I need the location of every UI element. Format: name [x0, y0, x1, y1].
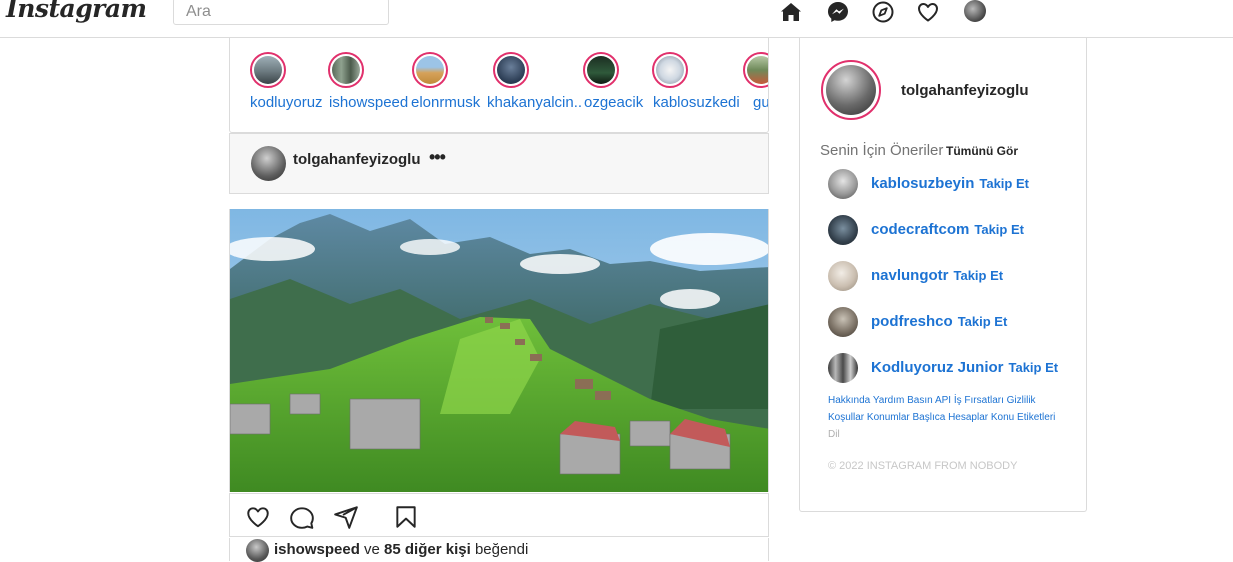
heart-icon[interactable]	[916, 0, 940, 24]
current-user-username[interactable]: tolgahanfeyizoglu	[901, 82, 1029, 99]
post-actions-bar	[229, 493, 769, 537]
search-input[interactable]	[173, 0, 389, 25]
footer-links: Hakkında Yardım Basın API İş Fırsatları …	[828, 392, 1068, 443]
footer-link[interactable]: Konu Etiketleri	[991, 412, 1055, 423]
story-username[interactable]: khakanyalcin..	[487, 94, 582, 111]
story-avatar[interactable]	[743, 52, 768, 88]
post-author-avatar[interactable]	[251, 146, 286, 181]
suggestion-avatar[interactable]	[828, 215, 858, 245]
footer-link[interactable]: Koşullar	[828, 412, 864, 423]
explore-icon[interactable]	[871, 0, 895, 24]
likes-text: ishowspeed ve 85 diğer kişi beğendi	[274, 541, 528, 558]
suggestion-username: podfreshco Takip Et	[871, 313, 1007, 330]
like-heart-icon[interactable]	[245, 504, 271, 530]
suggestion-username: kablosuzbeyin Takip Et	[871, 175, 1029, 192]
suggestions-title: Senin İçin Öneriler	[820, 142, 944, 159]
likes-summary: ishowspeed ve 85 diğer kişi beğendi	[229, 538, 769, 562]
suggestion-username: Kodluyoruz Junior Takip Et	[871, 359, 1058, 376]
follow-button[interactable]: Takip Et	[979, 176, 1029, 191]
suggestion-username-text[interactable]: codecraftcom	[871, 221, 969, 238]
liker-username[interactable]: ishowspeed	[274, 541, 360, 558]
suggestion-username-text[interactable]: kablosuzbeyin	[871, 175, 974, 192]
story-avatar[interactable]	[493, 52, 529, 88]
footer-link[interactable]: Basın	[907, 395, 933, 406]
right-sidebar: tolgahanfeyizoglu Senin İçin Öneriler Tü…	[799, 38, 1087, 512]
suggestion-avatar[interactable]	[828, 169, 858, 199]
likes-others[interactable]: 85 diğer kişi	[384, 541, 471, 558]
messenger-icon[interactable]	[826, 0, 850, 24]
copyright: © 2022 INSTAGRAM FROM NOBODY	[828, 460, 1018, 472]
footer-link[interactable]: Yardım	[873, 395, 905, 406]
suggestion-username-text[interactable]: navlungotr	[871, 267, 949, 284]
story-avatar[interactable]	[412, 52, 448, 88]
likes-suffix: beğendi	[474, 541, 529, 558]
top-navigation-bar: Instagram	[0, 0, 1233, 38]
footer-link[interactable]: Konumlar	[867, 412, 910, 423]
follow-button[interactable]: Takip Et	[954, 268, 1004, 283]
story-avatar[interactable]	[652, 52, 688, 88]
comment-icon[interactable]	[289, 504, 315, 530]
post-header: tolgahanfeyizoglu •••	[229, 133, 769, 194]
liker-avatar[interactable]	[246, 539, 269, 562]
likes-connector: ve	[364, 541, 380, 558]
post-image[interactable]	[229, 209, 769, 492]
footer-link[interactable]: İş Fırsatları	[954, 395, 1004, 406]
footer-language[interactable]: Dil	[828, 429, 840, 440]
suggestion-avatar[interactable]	[828, 261, 858, 291]
follow-button[interactable]: Takip Et	[1009, 360, 1059, 375]
share-icon[interactable]	[333, 504, 359, 530]
suggestion-avatar[interactable]	[828, 307, 858, 337]
story-avatar[interactable]	[328, 52, 364, 88]
footer-link[interactable]: API	[935, 395, 951, 406]
footer-link[interactable]: Gizlilik	[1007, 395, 1036, 406]
suggestion-username: navlungotr Takip Et	[871, 267, 1003, 284]
suggestion-avatar[interactable]	[828, 353, 858, 383]
story-username[interactable]: kablosuzkedi	[653, 94, 740, 111]
footer-link[interactable]: Başlıca Hesaplar	[913, 412, 989, 423]
current-user-avatar[interactable]	[821, 60, 881, 120]
landscape-image	[230, 209, 768, 492]
follow-button[interactable]: Takip Et	[974, 222, 1024, 237]
suggestion-username-text[interactable]: podfreshco	[871, 313, 953, 330]
instagram-logo[interactable]: Instagram	[6, 0, 147, 23]
story-avatar[interactable]	[583, 52, 619, 88]
suggestion-username: codecraftcom Takip Et	[871, 221, 1024, 238]
story-username[interactable]: ozgeacik	[584, 94, 643, 111]
story-username[interactable]: ishowspeed	[329, 94, 408, 111]
home-icon[interactable]	[779, 0, 803, 24]
story-username[interactable]: kodluyoruz	[250, 94, 323, 111]
see-all-link[interactable]: Tümünü Gör	[946, 144, 1018, 158]
story-username[interactable]: elonrmusk	[411, 94, 480, 111]
bookmark-icon[interactable]	[393, 504, 419, 530]
profile-avatar[interactable]	[964, 0, 986, 22]
story-avatar[interactable]	[250, 52, 286, 88]
story-username[interactable]: gulcany	[753, 94, 768, 111]
suggestion-username-text[interactable]: Kodluyoruz Junior	[871, 359, 1004, 376]
follow-button[interactable]: Takip Et	[958, 314, 1008, 329]
footer-link[interactable]: Hakkında	[828, 395, 870, 406]
post-author-username[interactable]: tolgahanfeyizoglu	[293, 151, 421, 168]
more-options-button[interactable]: •••	[429, 147, 446, 168]
stories-tray: kodluyoruz ishowspeed elonrmusk khakanya…	[229, 38, 769, 133]
